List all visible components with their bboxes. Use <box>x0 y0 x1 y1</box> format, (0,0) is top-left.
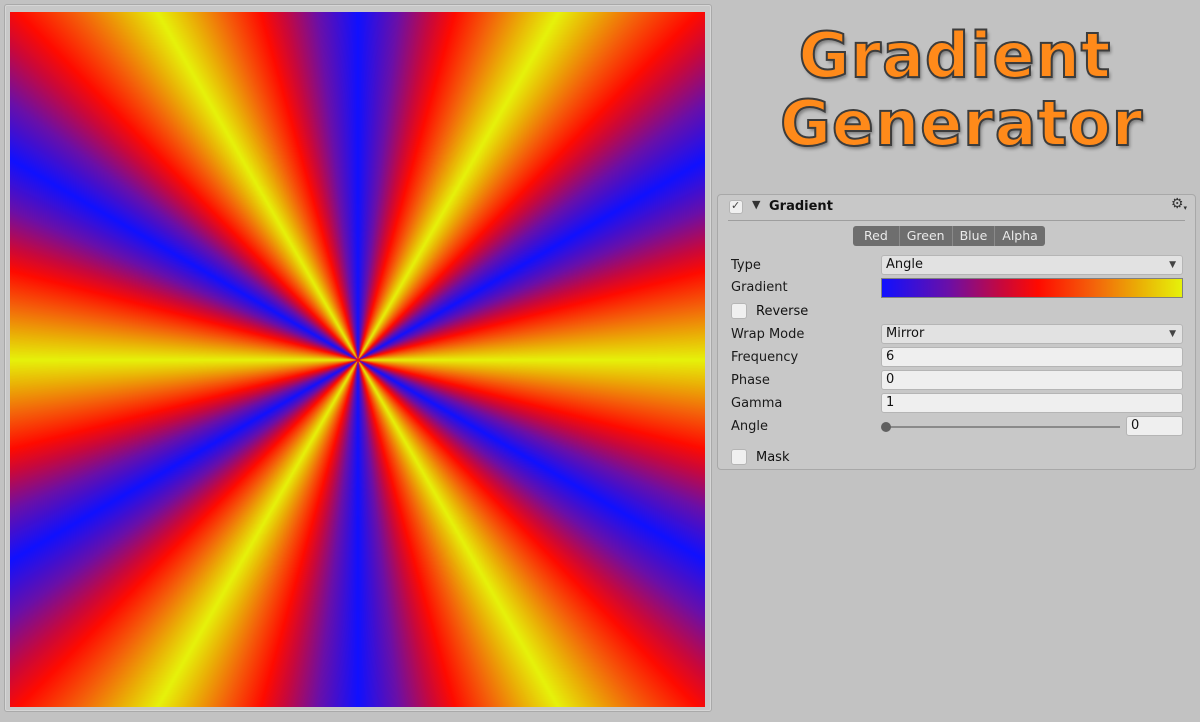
frequency-row: Frequency 6 <box>731 347 1183 368</box>
settings-menu-button[interactable]: ⚙▾ <box>1171 196 1187 212</box>
panel-header[interactable]: ✓ ▼ Gradient ⚙▾ <box>718 195 1195 220</box>
logo-line-1: Gradient <box>798 19 1112 92</box>
phase-input[interactable]: 0 <box>881 370 1183 390</box>
tab-blue[interactable]: Blue <box>951 226 995 246</box>
header-divider <box>728 220 1185 221</box>
reverse-row: Reverse <box>731 301 1183 322</box>
gradient-color-field[interactable] <box>881 278 1183 298</box>
angle-slider-thumb[interactable] <box>881 422 891 432</box>
angle-row: Angle 0 <box>731 416 1183 437</box>
tab-green[interactable]: Green <box>898 226 952 246</box>
caret-down-icon: ▾ <box>1183 204 1187 212</box>
frequency-input[interactable]: 6 <box>881 347 1183 367</box>
logo-line-2: Generator <box>779 87 1144 160</box>
wrap-mode-row: Wrap Mode Mirror ▼ <box>731 324 1183 345</box>
gamma-row: Gamma 1 <box>731 393 1183 414</box>
reverse-checkbox[interactable] <box>731 303 747 319</box>
gradient-row: Gradient <box>731 277 1183 298</box>
mask-checkbox[interactable] <box>731 449 747 465</box>
gear-icon: ⚙ <box>1170 196 1184 212</box>
phase-row: Phase 0 <box>731 370 1183 391</box>
gamma-input[interactable]: 1 <box>881 393 1183 413</box>
channel-tabs: Red Green Blue Alpha <box>853 226 1045 246</box>
gradient-component-panel: ✓ ▼ Gradient ⚙▾ Red Green Blue Alpha Typ… <box>717 194 1196 470</box>
reverse-label: Reverse <box>756 304 809 319</box>
check-icon: ✓ <box>731 199 741 212</box>
gradient-label: Gradient <box>731 280 788 295</box>
phase-label: Phase <box>731 373 770 388</box>
angle-value-input[interactable]: 0 <box>1126 416 1183 436</box>
gamma-label: Gamma <box>731 396 783 411</box>
type-row: Type Angle ▼ <box>731 255 1183 276</box>
foldout-arrow-icon[interactable]: ▼ <box>752 198 760 211</box>
app-logo: Gradient Generator <box>779 19 1144 172</box>
mask-row: Mask <box>731 447 1183 468</box>
tab-alpha[interactable]: Alpha <box>994 226 1045 246</box>
tab-red[interactable]: Red <box>853 226 899 246</box>
mask-label: Mask <box>756 450 790 465</box>
frequency-label: Frequency <box>731 350 799 365</box>
angle-label: Angle <box>731 419 768 434</box>
angle-slider-track[interactable] <box>886 426 1120 428</box>
type-label: Type <box>731 258 761 273</box>
wrap-mode-value: Mirror <box>886 326 925 341</box>
gradient-preview-image <box>10 12 705 707</box>
type-dropdown[interactable]: Angle ▼ <box>881 255 1183 275</box>
enabled-checkbox[interactable]: ✓ <box>729 199 743 214</box>
type-value: Angle <box>886 257 923 272</box>
dropdown-arrow-icon: ▼ <box>1169 260 1176 270</box>
wrap-mode-dropdown[interactable]: Mirror ▼ <box>881 324 1183 344</box>
panel-title: Gradient <box>769 199 833 214</box>
wrap-mode-label: Wrap Mode <box>731 327 805 342</box>
dropdown-arrow-icon: ▼ <box>1169 329 1176 339</box>
